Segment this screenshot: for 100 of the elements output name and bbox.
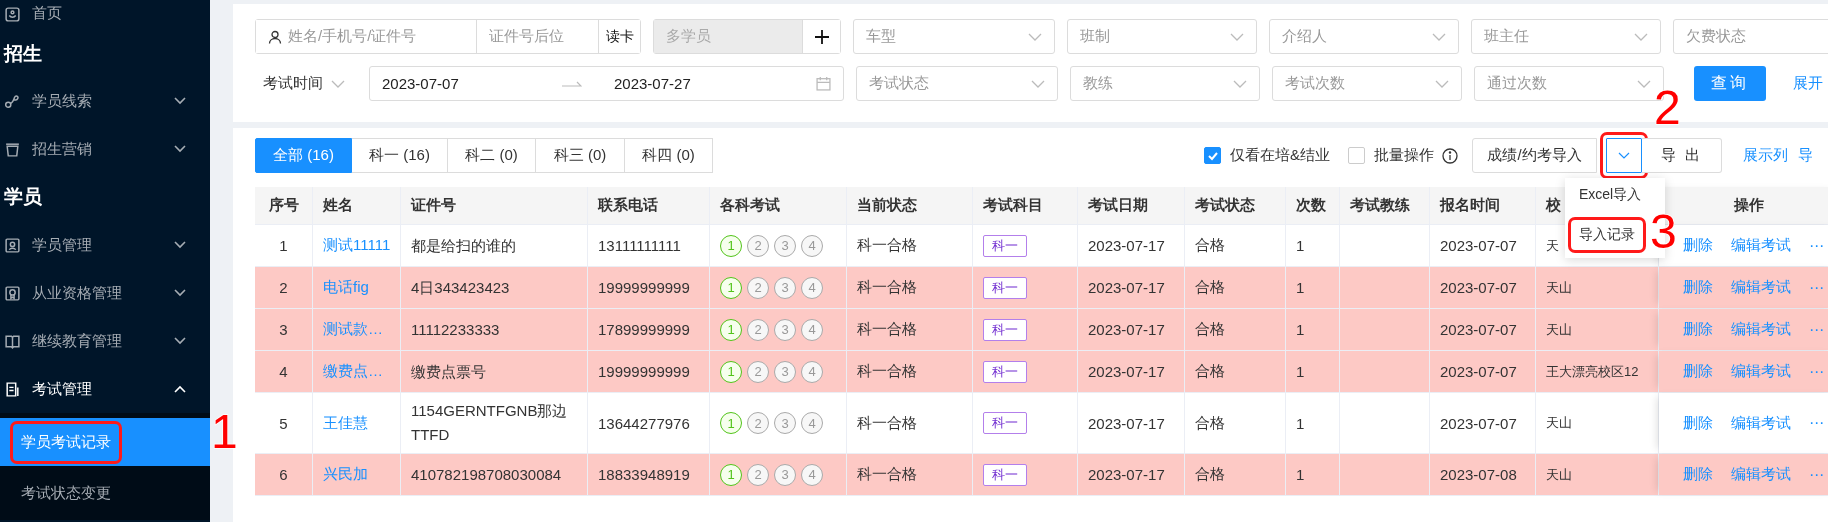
date-type-select[interactable]: 考试时间 [255,74,357,93]
select-field[interactable]: 车型 [853,19,1055,54]
action-link[interactable]: 编辑考试 [1731,362,1791,381]
tab[interactable]: 科三 (0) [536,138,625,173]
action-link[interactable]: ⋯ [1809,278,1824,297]
subject-tag: 科一 [983,276,1027,299]
select-field[interactable]: 考试次数 [1272,66,1462,101]
column-header: 考试日期 [1078,187,1185,224]
exam-badge: 2 [747,234,769,257]
expand-link[interactable]: 展开 [1793,74,1823,93]
student-name-link[interactable]: 测试款… [323,320,383,339]
exam-badge: 1 [720,318,742,341]
table-cell-text: 都是给扫的谁的 [411,235,516,256]
action-link[interactable]: 删除 [1683,320,1713,339]
toolbar-link[interactable]: 导 [1798,146,1813,165]
student-name-link[interactable]: 电话fig [323,278,369,297]
sidebar-item[interactable]: 从业资格管理 [0,269,210,317]
action-link[interactable]: 编辑考试 [1731,465,1791,484]
sidebar-item[interactable]: 继续教育管理 [0,317,210,365]
column-header: 考试状态 [1185,187,1286,224]
action-link[interactable]: 删除 [1683,362,1713,381]
table-cell: 1 [1296,237,1305,254]
action-link[interactable]: ⋯ [1809,362,1824,381]
export-button[interactable]: 导 出 [1642,138,1722,173]
sidebar-item[interactable]: 学员线索 [0,77,210,125]
action-link[interactable]: ⋯ [1809,465,1824,484]
chevron-down-icon [1634,32,1648,41]
section-heading: 学员 [3,185,43,209]
table-cell: 2023-07-17 [1088,279,1165,296]
action-link[interactable]: 编辑考试 [1731,413,1791,433]
table-cell-text: 11112233333 [411,319,500,340]
action-link[interactable]: 删除 [1683,236,1713,255]
subject-tag: 科一 [983,412,1027,434]
exam-badge: 4 [801,234,823,257]
checkbox[interactable] [1204,147,1221,164]
search-field[interactable]: 姓名/手机号/证件号 [256,20,477,53]
exam-badge: 1 [720,463,742,486]
chevron-down-icon [174,97,186,105]
table-cell-text: 缴费点票号 [411,361,486,382]
action-link[interactable]: 删除 [1683,278,1713,297]
document-icon [4,380,21,398]
select-field[interactable]: 班主任 [1471,19,1661,54]
submenu-item[interactable]: 考试状态变更 [0,466,210,520]
query-button[interactable]: 查询 [1694,66,1766,101]
chevron-down-icon [1230,32,1244,41]
table-cell: 2023-07-07 [1440,414,1517,432]
select-field[interactable]: 欠费状态 [1673,19,1828,54]
student-name-link[interactable]: 兴民加 [323,465,368,484]
tab[interactable]: 科二 (0) [448,138,536,173]
tab[interactable]: 全部 (16) [255,138,352,173]
sidebar-item[interactable]: 考试管理 [0,365,210,413]
table-cell: 13111111111 [598,237,681,254]
exam-badge: 1 [720,276,742,299]
table-cell: 19999999999 [598,279,690,296]
table-cell: 4 [279,363,288,380]
action-link[interactable]: ⋯ [1809,320,1824,339]
date-range-field[interactable]: 2023-07-07 2023-07-27 [369,66,844,101]
table-cell: 13644277976 [598,414,690,432]
table-cell: 19999999999 [598,363,690,380]
table-cell: 2023-07-17 [1088,466,1165,483]
sidebar-item[interactable]: 学员管理 [0,221,210,269]
columns-link[interactable]: 展示列 [1743,146,1788,165]
exam-badge: 4 [801,463,823,486]
action-link[interactable]: 删除 [1683,465,1713,484]
link-icon [4,92,21,110]
badge-icon [4,236,21,254]
table-cell: 合格 [1195,236,1225,255]
student-name-link[interactable]: 王佳慧 [323,413,368,433]
table-cell: 1 [1296,321,1305,338]
action-link[interactable]: ⋯ [1809,414,1824,432]
tab[interactable]: 科四 (0) [625,138,713,173]
student-name-link[interactable]: 测试11111 [323,236,391,255]
action-link[interactable]: 编辑考试 [1731,236,1791,255]
exam-badge: 3 [774,412,796,434]
exam-badge: 4 [801,360,823,383]
student-name-link[interactable]: 缴费点… [323,362,383,381]
select-field[interactable]: 考试状态 [856,66,1058,101]
tab[interactable]: 科一 (16) [352,138,448,173]
select-field[interactable]: 介绍人 [1269,19,1459,54]
exam-badge: 4 [801,276,823,299]
exam-badge: 2 [747,318,769,341]
user-icon [268,29,282,44]
action-link[interactable]: ⋯ [1809,236,1824,255]
action-link[interactable]: 删除 [1683,413,1713,433]
select-field[interactable]: 教练 [1070,66,1260,101]
table-cell: 2023-07-07 [1440,237,1517,254]
import-button[interactable]: 成绩/约考导入 [1472,138,1597,173]
certificate-icon [4,284,21,302]
table-cell: 18833948919 [598,466,690,483]
checkbox[interactable] [1348,147,1365,164]
sidebar-item[interactable]: 招生营销 [0,125,210,173]
column-header: 当前状态 [847,187,973,224]
table-cell: 6 [279,466,288,483]
select-field[interactable]: 班制 [1067,19,1257,54]
column-header: 姓名 [313,187,401,224]
submenu-item[interactable]: 学员考试记录 [0,418,210,466]
action-link[interactable]: 编辑考试 [1731,278,1791,297]
sidebar-item[interactable]: 首页 [0,0,210,31]
table-cell: 1 [1296,414,1305,432]
action-link[interactable]: 编辑考试 [1731,320,1791,339]
